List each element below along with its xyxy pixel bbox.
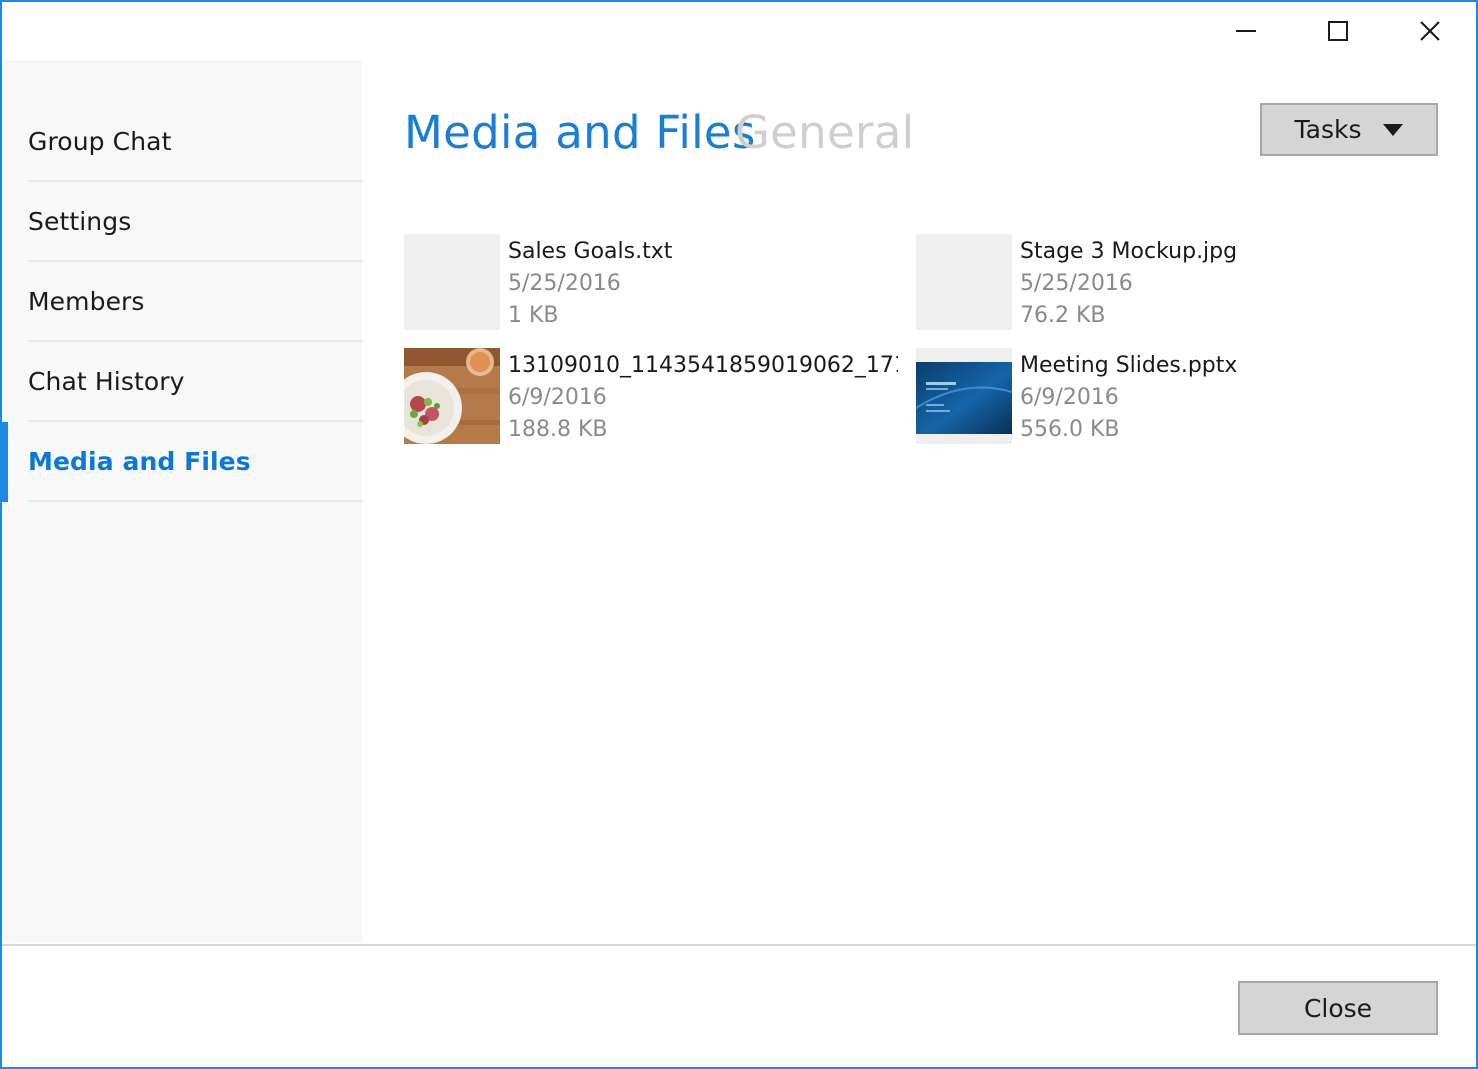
window-close-button[interactable]: [1384, 2, 1476, 60]
sidebar-item-chat-history[interactable]: Chat History: [28, 342, 362, 422]
close-button[interactable]: Close: [1238, 981, 1438, 1035]
file-size: 76.2 KB: [1020, 303, 1106, 328]
sidebar-item-label: Members: [28, 286, 145, 316]
active-nav-indicator: [2, 422, 8, 502]
file-item-sales-goals[interactable]: Sales Goals.txt 5/25/2016 1 KB: [404, 234, 904, 330]
file-thumbnail: [404, 234, 500, 330]
maximize-button[interactable]: [1292, 2, 1384, 60]
tasks-label: Tasks: [1294, 115, 1362, 144]
file-name: 13109010_1143541859019062_1710181: [508, 353, 898, 378]
sidebar-item-label: Settings: [28, 206, 132, 236]
minimize-icon: [1236, 30, 1256, 32]
file-info: 13109010_1143541859019062_1710181 6/9/20…: [508, 350, 898, 446]
file-size: 556.0 KB: [1020, 417, 1120, 442]
file-date: 6/9/2016: [508, 385, 607, 410]
sidebar-item-members[interactable]: Members: [28, 262, 362, 342]
caret-down-icon: [1383, 123, 1404, 136]
maximize-icon: [1328, 21, 1348, 41]
file-info: Meeting Slides.pptx 6/9/2016 556.0 KB: [1020, 350, 1410, 446]
slide-preview-thumbnail: [916, 348, 1012, 444]
file-item-stage-3-mockup[interactable]: Stage 3 Mockup.jpg 5/25/2016 76.2 KB: [916, 234, 1416, 330]
file-name: Sales Goals.txt: [508, 239, 673, 264]
file-size: 1 KB: [508, 303, 559, 328]
minimize-button[interactable]: [1200, 2, 1292, 60]
sidebar-item-label: Group Chat: [28, 126, 172, 156]
file-date: 6/9/2016: [1020, 385, 1119, 410]
close-button-label: Close: [1303, 993, 1373, 1023]
file-info: Stage 3 Mockup.jpg 5/25/2016 76.2 KB: [1020, 236, 1410, 332]
file-date: 5/25/2016: [1020, 271, 1133, 296]
file-thumbnail: [916, 234, 1012, 330]
sidebar-item-settings[interactable]: Settings: [28, 182, 362, 262]
file-item-image-13109010[interactable]: 13109010_1143541859019062_1710181 6/9/20…: [404, 348, 904, 444]
file-name: Meeting Slides.pptx: [1020, 353, 1238, 378]
title-bar-controls: [1200, 2, 1476, 60]
sidebar-item-group-chat[interactable]: Group Chat: [28, 102, 362, 182]
file-size: 188.8 KB: [508, 417, 608, 442]
footer-divider: [2, 944, 1476, 946]
close-icon: [1420, 21, 1440, 41]
file-name: Stage 3 Mockup.jpg: [1020, 239, 1238, 264]
file-item-meeting-slides[interactable]: Meeting Slides.pptx 6/9/2016 556.0 KB: [916, 348, 1416, 444]
dialog-window: Group Chat Settings Members Chat History…: [0, 0, 1478, 1069]
page-title: Media and Files: [404, 106, 756, 159]
tasks-dropdown-button[interactable]: Tasks: [1260, 103, 1438, 156]
sidebar-item-label: Media and Files: [28, 446, 251, 476]
sidebar-nav: Group Chat Settings Members Chat History…: [2, 60, 362, 942]
food-photo-thumbnail: [404, 348, 500, 444]
page-subtitle: General: [735, 106, 915, 159]
file-info: Sales Goals.txt 5/25/2016 1 KB: [508, 236, 898, 332]
sidebar-item-media-and-files[interactable]: Media and Files: [28, 422, 362, 502]
file-date: 5/25/2016: [508, 271, 621, 296]
sidebar-item-label: Chat History: [28, 366, 185, 396]
